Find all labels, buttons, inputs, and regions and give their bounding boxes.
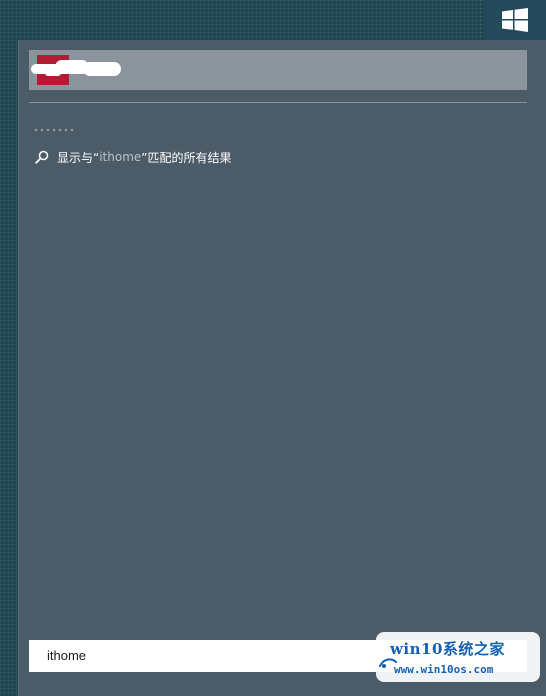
result-prefix: 显示与“	[57, 150, 100, 165]
app-name-redacted	[31, 58, 121, 76]
watermark-title: win10系统之家	[390, 640, 505, 658]
windows-logo-icon	[502, 8, 528, 32]
start-button[interactable]	[484, 0, 546, 40]
show-all-results-link[interactable]: 显示与“ ithome ”匹配的所有结果	[35, 146, 232, 168]
results-divider	[29, 102, 527, 103]
site-watermark: win10系统之家 www.win10os.com	[376, 632, 540, 682]
watermark-url: www.win10os.com	[394, 663, 494, 676]
group-header-placeholder	[33, 128, 73, 132]
query-term: ithome	[99, 150, 142, 164]
search-input-value: ithome	[47, 648, 87, 663]
result-suffix: ”匹配的所有结果	[141, 150, 232, 165]
best-match-result[interactable]	[29, 50, 527, 90]
search-results-panel: 显示与“ ithome ”匹配的所有结果 ithome	[18, 40, 546, 696]
search-icon	[35, 150, 49, 164]
